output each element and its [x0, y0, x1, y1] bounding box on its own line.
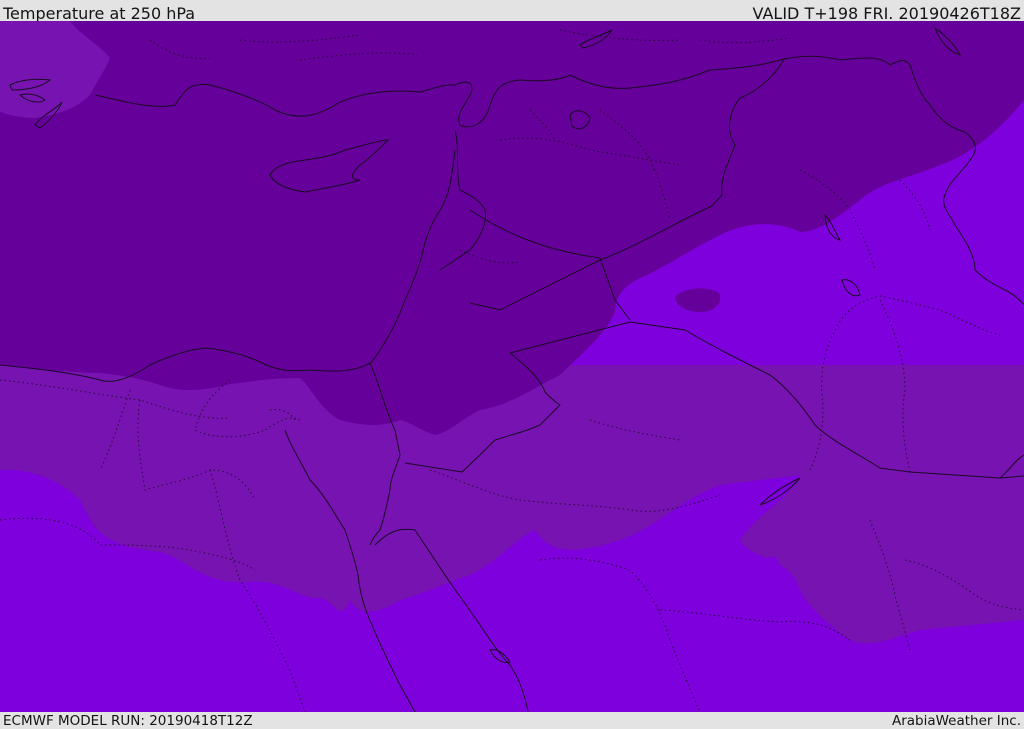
header-bar: Temperature at 250 hPa VALID T+198 FRI. … [0, 0, 1024, 23]
model-run: ECMWF MODEL RUN: 20190418T12Z [3, 713, 253, 729]
temperature-map[interactable] [0, 21, 1024, 712]
credit: ArabiaWeather Inc. [891, 713, 1021, 729]
footer-bar: ECMWF MODEL RUN: 20190418T12Z ArabiaWeat… [0, 712, 1024, 729]
